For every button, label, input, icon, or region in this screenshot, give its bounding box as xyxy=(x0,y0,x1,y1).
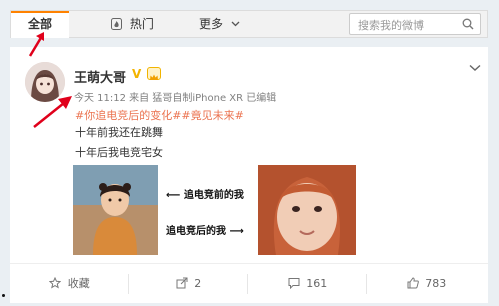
post-card: 王萌大哥 V 今天 11:12 来自 猛哥自制iPhone XR 已编辑 #你追… xyxy=(10,47,488,303)
chevron-down-icon xyxy=(231,21,240,27)
search-icon[interactable] xyxy=(462,18,474,30)
fire-icon xyxy=(111,18,122,30)
username[interactable]: 王萌大哥 xyxy=(74,67,126,86)
like-button[interactable]: 783 xyxy=(367,264,486,304)
post-text-line: 十年前我还在跳舞 xyxy=(75,126,163,139)
top-nav: 全部 热门 更多 搜索我的微博 xyxy=(10,10,488,38)
share-count: 2 xyxy=(194,277,202,290)
favorite-label: 收藏 xyxy=(67,277,90,290)
favorite-button[interactable]: 收藏 xyxy=(10,264,129,304)
action-bar: 收藏 2 161 783 xyxy=(10,263,488,304)
search-box[interactable]: 搜索我的微博 xyxy=(349,13,481,35)
annotation-arrow xyxy=(33,96,72,128)
child-photo xyxy=(73,165,158,255)
verified-icon: V xyxy=(132,67,142,81)
thumbs-up-icon xyxy=(407,277,419,289)
like-count: 783 xyxy=(425,277,447,290)
share-button[interactable]: 2 xyxy=(129,264,248,304)
caption-panel: ⟵ 追电竞前的我 追电竞后的我 ⟶ xyxy=(160,165,256,255)
post-text-line: 十年后我电竞宅女 xyxy=(75,146,163,159)
caption-after: 追电竞后的我 xyxy=(166,226,226,237)
hashtag-link[interactable]: #你追电竞后的变化##竟见未来# xyxy=(75,107,244,123)
arrow-left-icon: ⟵ xyxy=(166,190,181,201)
photo-before[interactable] xyxy=(73,165,158,255)
search-input[interactable]: 搜索我的微博 xyxy=(358,17,424,33)
photo-after[interactable] xyxy=(258,165,356,255)
tab-hot[interactable]: 热门 xyxy=(111,11,171,38)
chevron-down-icon[interactable] xyxy=(469,64,481,72)
comment-icon xyxy=(288,278,300,290)
tab-more[interactable]: 更多 xyxy=(199,11,249,38)
tab-hot-label: 热门 xyxy=(129,17,154,31)
arrow-right-icon: ⟶ xyxy=(229,226,244,237)
woman-photo xyxy=(258,165,356,255)
caption-before: 追电竞前的我 xyxy=(183,190,244,201)
comment-count: 161 xyxy=(306,277,328,290)
tab-more-label: 更多 xyxy=(199,17,224,31)
share-icon xyxy=(176,277,188,289)
annotation-arrow xyxy=(28,32,44,57)
crown-icon xyxy=(147,67,161,80)
tab-all-label: 全部 xyxy=(27,17,52,31)
star-icon xyxy=(49,276,62,289)
post-meta: 今天 11:12 来自 猛哥自制iPhone XR 已编辑 xyxy=(74,93,277,104)
comment-button[interactable]: 161 xyxy=(248,264,367,304)
stray-dot xyxy=(2,294,5,297)
